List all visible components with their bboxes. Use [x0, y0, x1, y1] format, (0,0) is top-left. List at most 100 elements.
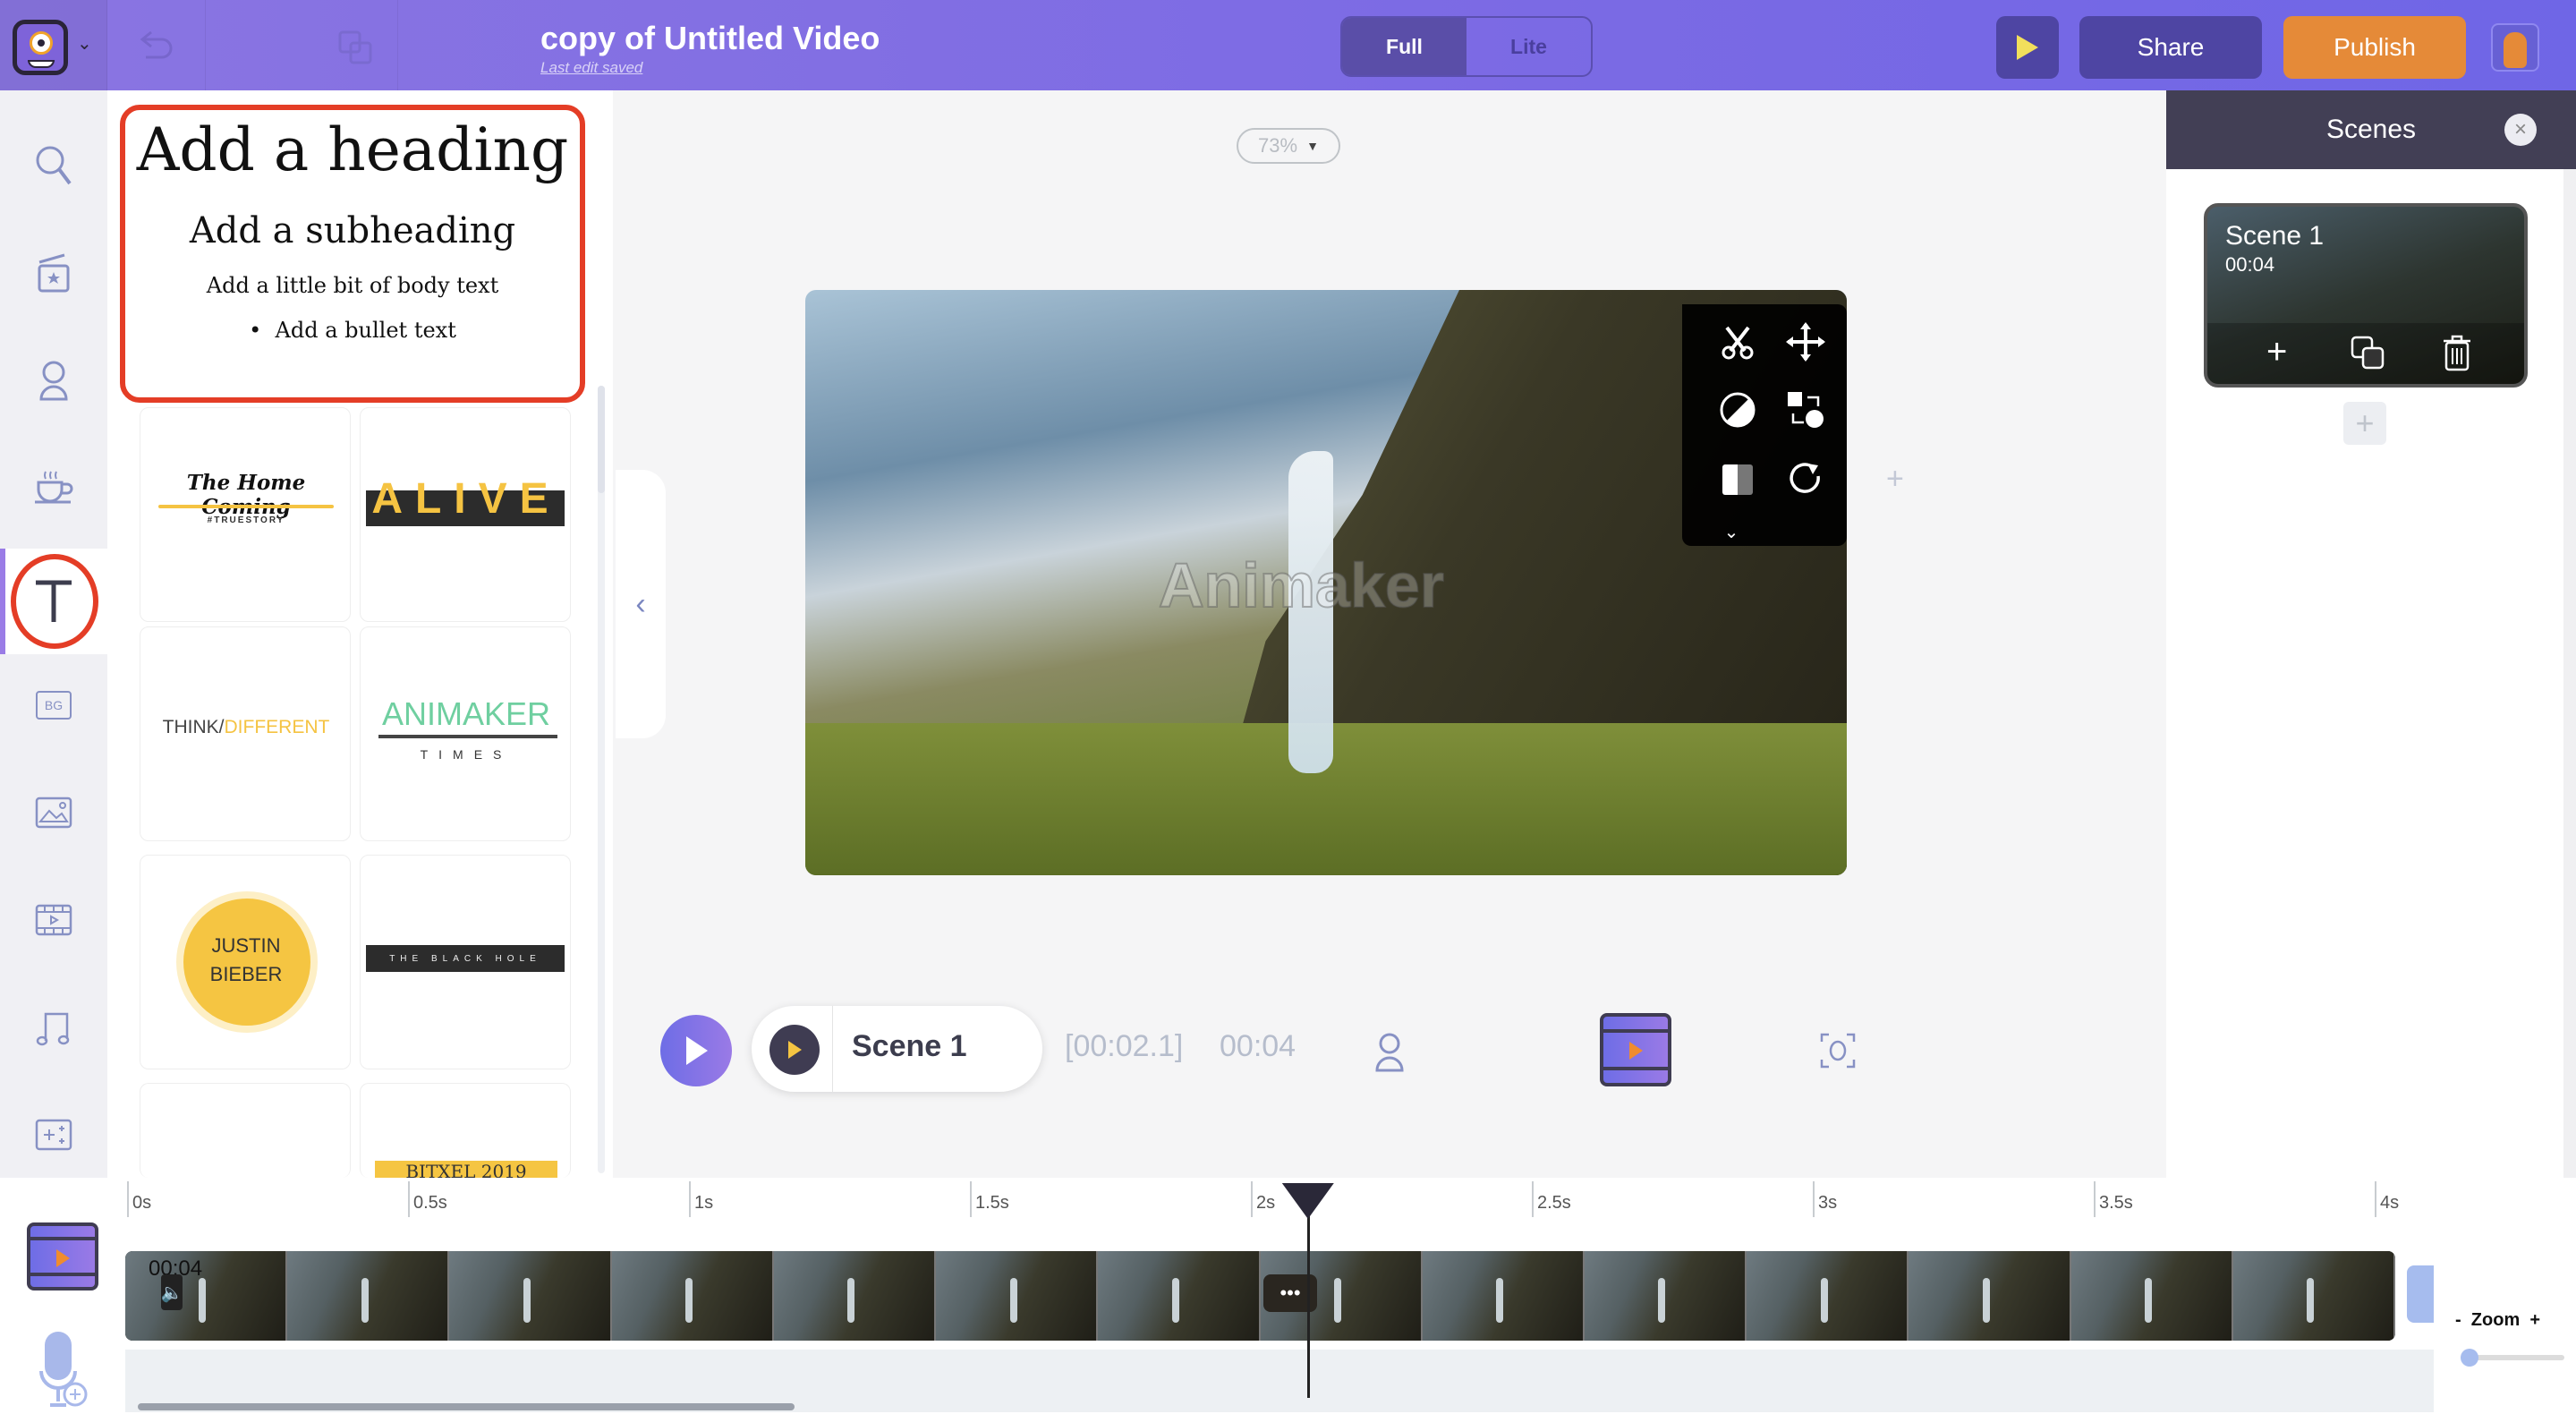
clip-frame	[1098, 1251, 1261, 1341]
add-bullet-text-button[interactable]: • Add a bullet text	[125, 318, 580, 343]
canvas-zoom-dropdown[interactable]: 73% ▼	[1237, 128, 1340, 164]
duplicate-scene-icon[interactable]	[2351, 336, 2386, 371]
play-button[interactable]	[660, 1015, 732, 1086]
clip-frame	[1584, 1251, 1747, 1341]
scissors-icon[interactable]	[1713, 317, 1763, 367]
swap-shape-icon[interactable]	[1781, 385, 1831, 435]
timeline-tick: 2s	[1251, 1181, 1275, 1217]
play-icon	[788, 1041, 802, 1059]
current-time: [00:02.1]	[1065, 1029, 1184, 1063]
timeline-tick: 0s	[127, 1181, 151, 1217]
close-scenes-button[interactable]: ×	[2504, 114, 2537, 146]
add-clip-button[interactable]	[2407, 1265, 2434, 1323]
yellow-circle	[176, 891, 318, 1033]
zoom-in-button[interactable]: +	[2529, 1310, 2540, 1330]
opacity-icon[interactable]	[1713, 455, 1763, 505]
video-clip-strip[interactable]	[125, 1251, 2395, 1341]
collapse-panel-button[interactable]: ‹	[616, 470, 666, 738]
animaker-logo-icon	[13, 20, 68, 75]
user-avatar[interactable]	[2491, 23, 2539, 72]
timeline-tick: 4s	[2375, 1181, 2399, 1217]
add-element-plus-icon[interactable]: +	[1886, 462, 1904, 497]
add-scene-button[interactable]: +	[2343, 402, 2386, 445]
sidebar-item-images[interactable]	[25, 784, 82, 841]
preview-play-button[interactable]	[1996, 16, 2059, 79]
add-subheading-button[interactable]: Add a subheading	[125, 210, 580, 251]
chevron-down-icon: ⌄	[1723, 522, 1739, 542]
text-template-card[interactable]: ANIMAKER TIMES	[360, 626, 571, 841]
close-icon: ×	[2513, 117, 2527, 141]
share-button[interactable]: Share	[2079, 16, 2262, 79]
sidebar-item-text[interactable]	[0, 549, 107, 654]
clip-mute-button[interactable]: 🔈	[161, 1274, 183, 1310]
sidebar-item-backgrounds[interactable]: BG	[25, 677, 82, 734]
text-template-card[interactable]	[140, 1083, 351, 1178]
zoom-slider-thumb[interactable]	[2461, 1349, 2478, 1367]
zoom-value: 73%	[1258, 134, 1298, 157]
add-voiceover-icon[interactable]	[39, 1330, 89, 1410]
sidebar-item-effects[interactable]	[25, 1106, 82, 1163]
mode-full-button[interactable]: Full	[1342, 18, 1467, 75]
text-template-card[interactable]: THINK/DIFFERENT	[140, 626, 351, 841]
scenes-scrollbar[interactable]	[2563, 169, 2576, 1178]
text-template-card[interactable]: THE BLACK HOLE	[360, 855, 571, 1069]
more-tools-button[interactable]: ⌄	[1682, 517, 1781, 546]
music-note-icon	[36, 1012, 70, 1046]
clip-frame	[1422, 1251, 1585, 1341]
canvas-toolbar: ⌄	[1682, 304, 1847, 546]
text-template-card[interactable]: The Home Coming #TRUESTORY	[140, 407, 351, 622]
scene-name: Scene 1	[852, 1029, 967, 1063]
timeline-tick: 0.5s	[408, 1181, 447, 1217]
fullscreen-capture-icon[interactable]	[1818, 1031, 1858, 1070]
timeline-tick: 1s	[689, 1181, 713, 1217]
text-template-card[interactable]: JUSTIN BIEBER	[140, 855, 351, 1069]
sidebar-item-props[interactable]	[25, 459, 82, 516]
mode-lite-button[interactable]: Lite	[1467, 18, 1591, 75]
rotate-icon[interactable]	[1781, 455, 1831, 505]
text-presets-box: Add a heading Add a subheading Add a lit…	[120, 105, 585, 403]
play-scene-button[interactable]	[769, 1025, 820, 1075]
duplicate-button[interactable]	[206, 0, 398, 90]
project-title[interactable]: copy of Untitled Video	[540, 20, 880, 57]
timeline-tick: 2.5s	[1532, 1181, 1571, 1217]
save-status: Last edit saved	[540, 59, 643, 76]
contrast-icon[interactable]	[1713, 385, 1763, 435]
video-track-icon[interactable]	[1600, 1013, 1671, 1086]
scene-playback-pill: Scene 1	[752, 1006, 1042, 1092]
sidebar-item-search[interactable]	[25, 137, 82, 194]
underline	[158, 505, 334, 508]
scenes-title: Scenes	[2325, 115, 2417, 144]
delete-scene-icon[interactable]	[2442, 334, 2472, 371]
playhead[interactable]	[1281, 1183, 1334, 1398]
sidebar-item-templates[interactable]	[25, 244, 82, 302]
add-body-text-button[interactable]: Add a little bit of body text	[125, 273, 580, 298]
bullet-text-label: Add a bullet text	[275, 318, 456, 343]
panel-scrollbar[interactable]	[598, 386, 605, 1173]
top-bar: ⌄ copy of Untitled Video Last edit saved…	[0, 0, 2576, 90]
template-text-b: DIFFERENT	[224, 717, 330, 737]
sidebar-item-characters[interactable]	[25, 352, 82, 409]
left-sidebar: BG	[0, 90, 107, 1178]
character-icon[interactable]	[1373, 1031, 1406, 1072]
publish-button[interactable]: Publish	[2283, 16, 2466, 79]
logo-menu[interactable]: ⌄	[0, 0, 107, 90]
timeline-scrollbar[interactable]	[138, 1403, 795, 1410]
clip-frame	[449, 1251, 612, 1341]
undo-button[interactable]	[107, 0, 206, 90]
scene-card[interactable]: Scene 1 00:04 +	[2204, 203, 2528, 388]
move-icon[interactable]	[1781, 317, 1831, 367]
scenes-panel: Scenes × Scene 1 00:04 + +	[2166, 90, 2576, 1178]
sidebar-item-music[interactable]	[25, 999, 82, 1056]
zoom-out-button[interactable]: -	[2455, 1310, 2461, 1330]
clapper-star-icon	[38, 253, 70, 293]
video-track-icon	[27, 1222, 98, 1290]
play-icon	[686, 1036, 708, 1065]
text-template-card[interactable]: ALIVE	[360, 407, 571, 622]
divider	[832, 1006, 833, 1092]
text-template-card[interactable]: BITXEL 2019	[360, 1083, 571, 1178]
add-heading-button[interactable]: Add a heading	[125, 121, 580, 180]
sidebar-item-videos[interactable]	[25, 891, 82, 949]
zoom-label: Zoom	[2470, 1310, 2521, 1330]
timeline-zoom-slider[interactable]	[2461, 1349, 2564, 1367]
add-scene-after-icon[interactable]: +	[2266, 332, 2287, 372]
